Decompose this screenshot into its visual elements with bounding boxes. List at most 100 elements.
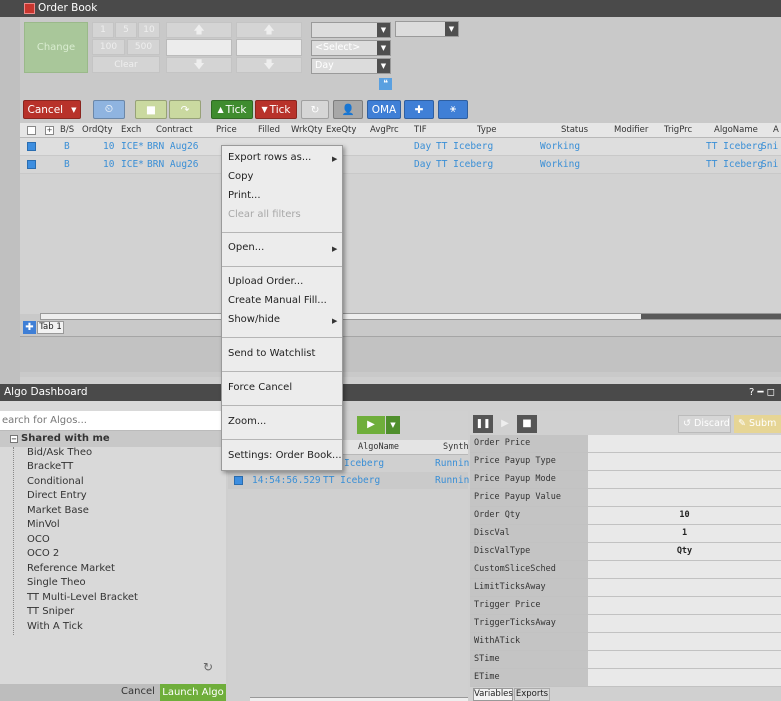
list-item[interactable]: BrackeTT (27, 461, 73, 472)
menu-item-open[interactable]: Open... (228, 242, 264, 253)
col-exeqty[interactable]: ExeQty (326, 123, 356, 138)
change-button[interactable]: Change (24, 22, 88, 73)
property-row[interactable]: Price Payup Value (470, 489, 781, 507)
scrollbar-thumb[interactable] (641, 314, 781, 319)
table-row[interactable]: B 10 ICE* BRN Aug26 Day TT Iceberg Worki… (20, 138, 781, 155)
mid-scrollbar[interactable] (250, 697, 468, 701)
col-bs[interactable]: B/S (60, 123, 74, 138)
col-tif[interactable]: TIF (414, 123, 427, 138)
row-checkbox[interactable] (27, 160, 36, 169)
col-wrkqty[interactable]: WrkQty (291, 123, 323, 138)
property-row[interactable]: STime (470, 651, 781, 669)
col-algoname[interactable]: AlgoName (714, 123, 758, 138)
list-item[interactable]: OCO (27, 534, 50, 545)
pause-button[interactable]: ❚❚ (473, 415, 493, 433)
menu-item-upload-order[interactable]: Upload Order... (228, 276, 303, 287)
col-algoname[interactable]: AlgoName (358, 440, 399, 455)
property-row[interactable]: CustomSliceSched (470, 561, 781, 579)
property-value[interactable]: 10 (588, 507, 781, 524)
history-button[interactable]: ⏲ (93, 100, 125, 119)
hold-button[interactable]: ■ (135, 100, 167, 119)
col-ordqty[interactable]: OrdQty (82, 123, 113, 138)
property-row[interactable]: WithATick (470, 633, 781, 651)
table-row[interactable]: B 10 ICE* BRN Aug26 Day TT Iceberg Worki… (20, 156, 781, 173)
menu-item-force-cancel[interactable]: Force Cancel (228, 382, 292, 393)
oma-button[interactable]: OMA (367, 100, 401, 119)
menu-item-clear-filters[interactable]: Clear all filters (228, 209, 301, 220)
menu-item-copy[interactable]: Copy (228, 171, 253, 182)
qty-500-button[interactable]: 500 (127, 39, 160, 55)
tick-up-button[interactable]: ▲ Tick (211, 100, 253, 119)
property-value[interactable] (588, 435, 781, 452)
col-avgprc[interactable]: AvgPrc (370, 123, 399, 138)
row-checkbox[interactable] (27, 142, 36, 151)
col-filled[interactable]: Filled (258, 123, 280, 138)
user-button[interactable]: 👤 (333, 100, 363, 119)
price-up-icon[interactable]: 🡅 (236, 22, 302, 38)
property-value[interactable] (588, 471, 781, 488)
property-value[interactable] (588, 597, 781, 614)
menu-item-send-watchlist[interactable]: Send to Watchlist (228, 348, 315, 359)
col-status[interactable]: Status (561, 123, 588, 138)
quote-icon[interactable]: ❝ (379, 78, 392, 90)
stop-button[interactable]: ■ (517, 415, 537, 433)
property-row[interactable]: Order Price (470, 435, 781, 453)
clear-qty-button[interactable]: Clear (92, 56, 160, 73)
collapse-icon[interactable]: − (10, 435, 18, 443)
list-item[interactable]: Bid/Ask Theo (27, 447, 92, 458)
refresh-icon[interactable]: ↻ (203, 660, 213, 674)
property-row[interactable]: Trigger Price (470, 597, 781, 615)
list-item[interactable]: TT Multi-Level Bracket (27, 592, 138, 603)
property-row[interactable]: Price Payup Type (470, 453, 781, 471)
submit-button[interactable]: ✎ Subm (734, 415, 781, 433)
property-row[interactable]: DiscVal 1 (470, 525, 781, 543)
tick-down-button[interactable]: ▼ Tick (255, 100, 297, 119)
refresh-button[interactable]: ↻ (301, 100, 329, 119)
select-all-checkbox[interactable] (27, 126, 36, 135)
qty-down-icon[interactable]: 🡇 (166, 57, 232, 73)
property-value[interactable] (588, 579, 781, 596)
discard-button[interactable]: ↺ Discard (678, 415, 731, 433)
col-modifier[interactable]: Modifier (614, 123, 648, 138)
property-value[interactable]: Qty (588, 543, 781, 560)
menu-item-zoom[interactable]: Zoom... (228, 416, 266, 427)
qty-up-icon[interactable]: 🡅 (166, 22, 232, 38)
list-item[interactable]: Conditional (27, 476, 84, 487)
property-value[interactable] (588, 633, 781, 650)
property-row[interactable]: Order Qty 10 (470, 507, 781, 525)
property-value[interactable] (588, 489, 781, 506)
algo-play-button[interactable]: ▶ (357, 416, 385, 434)
col-synth[interactable]: Synth (443, 440, 469, 455)
horizontal-scrollbar[interactable] (40, 313, 781, 320)
qty-input[interactable] (166, 39, 232, 56)
tree-root-shared[interactable]: − Shared with me (0, 431, 226, 447)
price-input[interactable] (236, 39, 302, 56)
property-value[interactable] (588, 615, 781, 632)
table-row[interactable]: 14:54:56.529 TT Iceberg Runnin (228, 472, 469, 489)
network-button[interactable]: ⚹ (438, 100, 468, 119)
cancel-button[interactable]: Cancel ▼ (23, 100, 81, 119)
row-checkbox[interactable] (234, 476, 243, 485)
add-button[interactable]: ✚ (404, 100, 434, 119)
list-item[interactable]: TT Sniper (27, 606, 74, 617)
tab-exports[interactable]: Exports (514, 688, 550, 701)
menu-item-settings[interactable]: Settings: Order Book... (228, 450, 342, 461)
add-tab-button[interactable]: ✚ (23, 321, 36, 334)
qty-10-button[interactable]: 10 (138, 22, 160, 38)
algo-play-dropdown[interactable]: ▼ (386, 416, 400, 434)
property-row[interactable]: ETime (470, 669, 781, 687)
property-value[interactable] (588, 651, 781, 668)
expand-icon[interactable]: + (45, 126, 54, 135)
col-trigprc[interactable]: TrigPrc (664, 123, 692, 138)
list-item[interactable]: MinVol (27, 519, 60, 530)
qty-5-button[interactable]: 5 (115, 22, 137, 38)
property-row[interactable]: Price Payup Mode (470, 471, 781, 489)
tab-variables[interactable]: Variables (473, 688, 513, 701)
col-contract[interactable]: Contract (156, 123, 193, 138)
menu-item-manual-fill[interactable]: Create Manual Fill... (228, 295, 327, 306)
menu-item-print[interactable]: Print... (228, 190, 261, 201)
col-extra[interactable]: A (773, 123, 779, 138)
list-item[interactable]: Reference Market (27, 563, 115, 574)
tif-dropdown[interactable]: Day ▼ (311, 58, 391, 74)
property-row[interactable]: LimitTicksAway (470, 579, 781, 597)
